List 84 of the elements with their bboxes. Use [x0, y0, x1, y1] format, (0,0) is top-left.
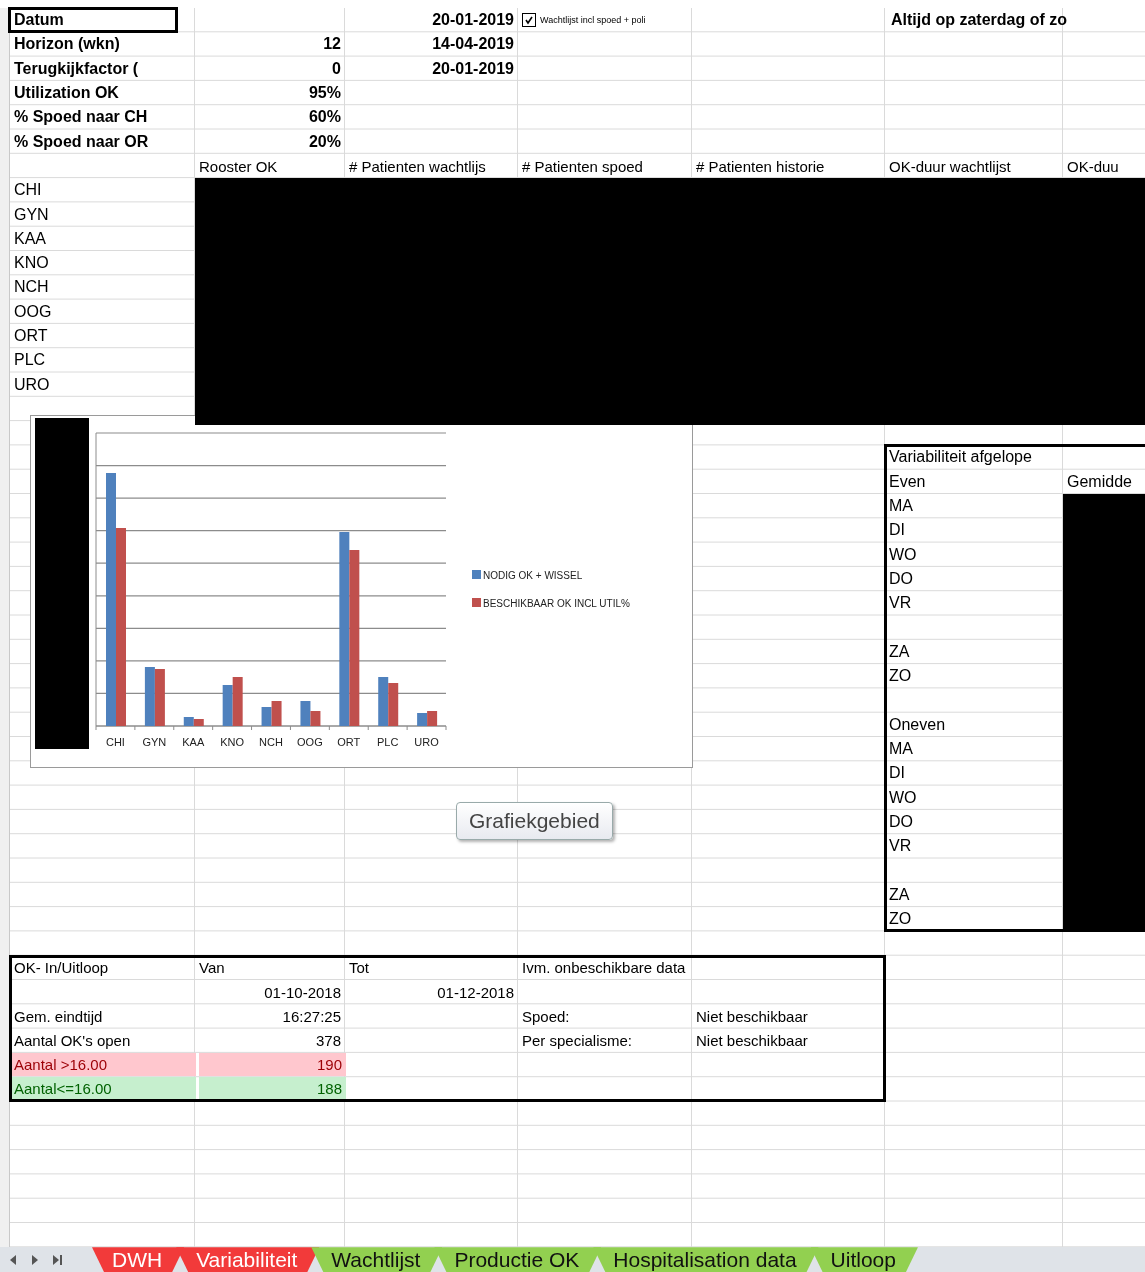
- panel-title: Variabiliteit afgelope: [889, 448, 1032, 467]
- axis-label: GYN: [142, 736, 167, 748]
- last-sheet-icon[interactable]: [52, 1253, 64, 1266]
- row-label: KNO: [14, 254, 49, 273]
- date-value: 20-01-2019: [432, 11, 514, 30]
- table-cell: 16:27:25: [282, 1007, 341, 1025]
- day-label: DO: [889, 812, 913, 831]
- checkbox[interactable]: [522, 13, 536, 28]
- row-label: OOG: [14, 302, 52, 321]
- axis-label: NCH: [259, 736, 283, 748]
- table-header: Ivm. onbeschikbare data: [522, 959, 686, 977]
- parameter-value: 12: [323, 35, 341, 54]
- note-label: Per specialisme:: [522, 1032, 633, 1050]
- day-label: DI: [889, 521, 905, 540]
- axis-label: PLC: [376, 736, 399, 748]
- row-label: KAA: [14, 229, 46, 248]
- day-label: MA: [889, 497, 913, 516]
- day-label: ZA: [889, 642, 910, 661]
- day-label: ZO: [889, 667, 912, 686]
- axis-label: KAA: [182, 736, 205, 748]
- date-value: 01-10-2018: [264, 983, 341, 1001]
- parameter-label: Horizon (wkn): [14, 35, 120, 54]
- parameter-value: 95%: [308, 84, 341, 103]
- table-cell: 378: [315, 1032, 341, 1050]
- parameter-value: 60%: [308, 108, 341, 127]
- table-cell: 190: [199, 1052, 346, 1077]
- row-label: Gem. eindtijd: [14, 1007, 103, 1025]
- column-header: Rooster OK: [199, 158, 278, 176]
- parameter-value: 20%: [308, 132, 341, 151]
- row-label: Aantal OK's open: [14, 1032, 131, 1050]
- day-label: VR: [889, 837, 912, 856]
- axis-label: CHI: [105, 736, 125, 748]
- table-header: OK- In/Uitloop: [14, 959, 109, 977]
- row-label: PLC: [14, 351, 46, 370]
- day-label: VR: [889, 594, 912, 613]
- column-header: # Patienten spoed: [522, 158, 643, 176]
- row-label: URO: [14, 375, 50, 394]
- axis-label: URO: [414, 736, 439, 748]
- table-header: Tot: [349, 959, 369, 977]
- day-label: DI: [889, 764, 905, 783]
- row-label: Aantal<=16.00: [10, 1077, 196, 1101]
- checkbox-label: Wachtlijst incl spoed + poli: [540, 15, 646, 26]
- parameter-label: % Spoed naar CH: [14, 108, 148, 127]
- note-text: Altijd op zaterdag of zo: [891, 11, 1067, 30]
- day-label: WO: [889, 788, 917, 807]
- parameter-value: 0: [332, 59, 341, 78]
- axis-label: ORT: [337, 736, 361, 748]
- date-value: 01-12-2018: [437, 983, 514, 1001]
- note-label: Spoed:: [522, 1007, 570, 1025]
- date-value: 14-04-2019: [432, 35, 514, 54]
- day-label: DO: [889, 569, 913, 588]
- group-label: Oneven: [889, 715, 946, 734]
- column-header: # Patienten wachtlijs: [349, 158, 486, 176]
- date-value: 20-01-2019: [432, 59, 514, 78]
- day-label: ZO: [889, 910, 912, 929]
- table-cell: Niet beschikbaar: [696, 1007, 808, 1025]
- day-label: WO: [889, 545, 917, 564]
- scroll-right-icon[interactable]: [30, 1253, 40, 1266]
- axis-label: KNO: [220, 736, 245, 748]
- sheet-tab[interactable]: Uitloop: [810, 1247, 918, 1272]
- column-header: OK-duu: [1067, 158, 1119, 176]
- column-header: # Patienten historie: [696, 158, 825, 176]
- row-label: NCH: [14, 278, 49, 297]
- column-header: OK-duur wachtlijst: [889, 158, 1011, 176]
- day-label: MA: [889, 740, 913, 759]
- tooltip: Grafiekgebied: [456, 802, 613, 840]
- row-label: CHI: [14, 181, 42, 200]
- row-label: Aantal >16.00: [10, 1052, 196, 1077]
- row-label: GYN: [14, 205, 49, 224]
- group-label: Even: [889, 472, 926, 491]
- parameter-label: % Spoed naar OR: [14, 132, 149, 151]
- table-cell: 188: [199, 1077, 346, 1101]
- parameter-label: Utilization OK: [14, 84, 119, 103]
- axis-label: OOG: [297, 736, 323, 748]
- chart-area[interactable]: CHI GYN KAA KNO NCH OOG ORT PLC URO NODIG OK + WISSEL BESCHIKBAAR OK INCL UTIL%: [30, 415, 693, 768]
- legend-label: NODIG OK + WISSEL: [483, 570, 583, 581]
- row-label: ORT: [14, 327, 48, 345]
- table-header: Van: [199, 959, 225, 977]
- parameter-label: Terugkijkfactor (: [14, 59, 139, 78]
- day-label: ZA: [889, 885, 910, 904]
- legend-label: BESCHIKBAAR OK INCL UTIL%: [483, 598, 630, 609]
- column-header: Gemidde: [1067, 472, 1132, 491]
- table-cell: Niet beschikbaar: [696, 1032, 808, 1050]
- scroll-left-icon[interactable]: [8, 1253, 18, 1266]
